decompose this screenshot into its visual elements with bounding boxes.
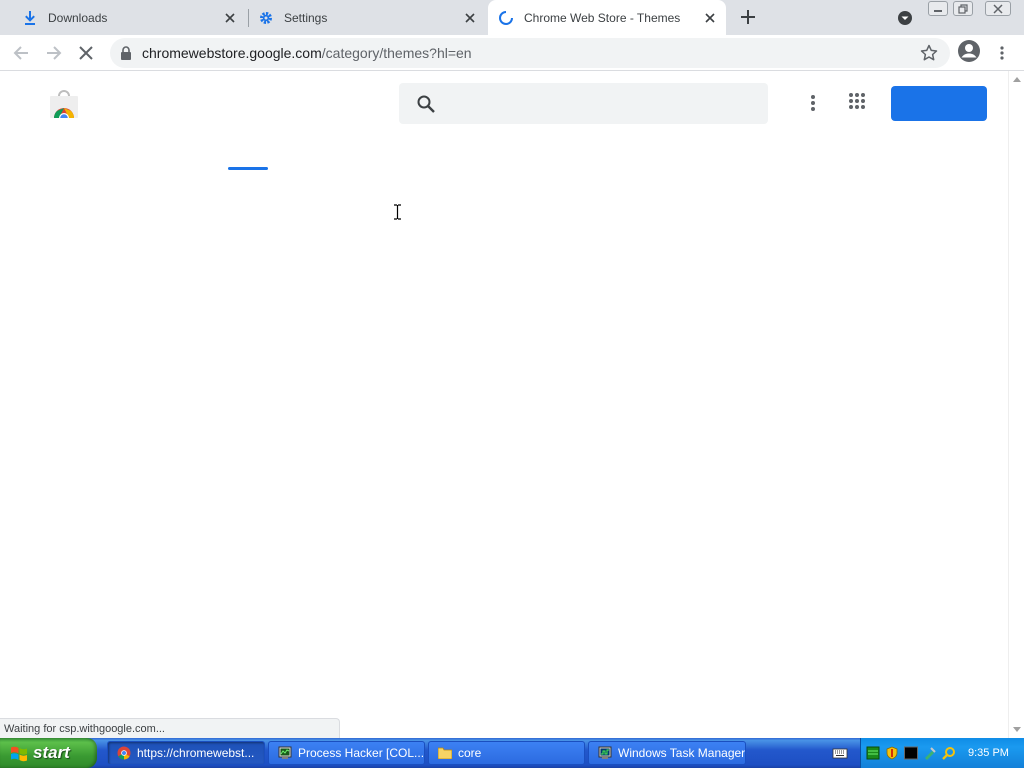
tab-separator bbox=[248, 9, 249, 27]
status-bubble: Waiting for csp.withgoogle.com... bbox=[0, 718, 340, 738]
task-label: core bbox=[458, 746, 482, 760]
bookmark-star-icon[interactable] bbox=[920, 44, 938, 62]
taskbar-item-core-folder[interactable]: core bbox=[428, 741, 585, 765]
start-button[interactable]: start bbox=[0, 738, 97, 768]
chrome-icon bbox=[116, 745, 132, 761]
terminal-icon[interactable] bbox=[904, 746, 918, 760]
url-host: chromewebstore.google.com bbox=[142, 45, 322, 61]
close-icon bbox=[993, 3, 1003, 14]
tab-title: Downloads bbox=[48, 10, 108, 25]
status-text: Waiting for csp.withgoogle.com... bbox=[4, 722, 165, 735]
minimize-icon bbox=[934, 9, 942, 12]
start-label: start bbox=[33, 743, 70, 762]
google-apps-button[interactable] bbox=[848, 92, 870, 114]
more-vert-icon bbox=[811, 95, 815, 111]
more-vert-icon bbox=[1000, 46, 1004, 60]
process-hacker-icon bbox=[277, 745, 293, 761]
taskbar-item-chrome[interactable]: https://chromewebst... bbox=[107, 741, 265, 765]
profile-button[interactable] bbox=[957, 40, 981, 62]
page-scrollbar[interactable] bbox=[1008, 71, 1024, 738]
back-button[interactable] bbox=[9, 42, 33, 64]
tab-indicator-loading bbox=[228, 167, 268, 170]
address-bar[interactable]: chromewebstore.google.com/category/theme… bbox=[110, 38, 950, 68]
close-icon bbox=[79, 46, 93, 60]
forward-button[interactable] bbox=[42, 42, 66, 64]
close-icon[interactable] bbox=[702, 10, 718, 26]
restore-button[interactable] bbox=[953, 1, 973, 16]
tab-chrome-web-store[interactable]: Chrome Web Store - Themes bbox=[488, 0, 726, 35]
stop-loading-button[interactable] bbox=[74, 42, 98, 64]
system-tray: 9:35 PM bbox=[860, 738, 1024, 768]
close-icon[interactable] bbox=[222, 10, 238, 26]
browser-toolbar: chromewebstore.google.com/category/theme… bbox=[0, 35, 1024, 71]
chrome-web-store-logo-icon[interactable] bbox=[50, 90, 78, 118]
task-label: https://chromewebst... bbox=[137, 746, 255, 760]
gear-icon bbox=[258, 10, 274, 26]
restore-icon bbox=[958, 3, 968, 14]
tab-downloads[interactable]: Downloads bbox=[14, 0, 246, 35]
clock: 9:35 PM bbox=[968, 747, 1009, 759]
search-icon[interactable] bbox=[942, 746, 956, 760]
tab-title: Settings bbox=[284, 10, 328, 25]
download-icon bbox=[22, 10, 38, 26]
chrome-menu-button[interactable] bbox=[990, 42, 1014, 64]
more-options-button[interactable] bbox=[802, 92, 824, 114]
screen: Downloads Settings Chrome Web Store - Th… bbox=[0, 0, 1024, 768]
apps-grid-icon bbox=[849, 93, 865, 109]
arrow-right-icon bbox=[47, 46, 62, 60]
store-search-box[interactable] bbox=[399, 83, 768, 124]
scroll-down-arrow-icon[interactable] bbox=[1013, 727, 1021, 733]
plus-icon bbox=[741, 10, 755, 24]
url-text[interactable]: chromewebstore.google.com/category/theme… bbox=[142, 45, 472, 61]
url-path: /category/themes?hl=en bbox=[321, 45, 472, 61]
keyboard-language-icon[interactable] bbox=[832, 746, 848, 760]
network-monitor-icon[interactable] bbox=[866, 746, 880, 760]
tab-title: Chrome Web Store - Themes bbox=[524, 10, 681, 25]
tab-strip: Downloads Settings Chrome Web Store - Th… bbox=[0, 0, 1024, 35]
windows-taskbar: start https://chromewebst... Process Hac… bbox=[0, 738, 1024, 768]
account-icon bbox=[958, 40, 980, 62]
web-page bbox=[0, 71, 1008, 738]
scroll-up-arrow-icon[interactable] bbox=[1013, 76, 1021, 82]
new-tab-button[interactable] bbox=[738, 7, 758, 27]
tab-search-button[interactable] bbox=[896, 9, 914, 27]
chevron-down-icon bbox=[898, 11, 912, 25]
taskbar-item-task-manager[interactable]: Windows Task Manager bbox=[588, 741, 746, 765]
windows-logo-icon bbox=[11, 746, 27, 762]
task-manager-icon bbox=[597, 745, 613, 761]
minimize-button[interactable] bbox=[928, 1, 948, 16]
task-label: Windows Task Manager bbox=[618, 746, 746, 760]
arrow-left-icon bbox=[13, 46, 28, 60]
close-icon[interactable] bbox=[462, 10, 478, 26]
shield-icon[interactable] bbox=[885, 746, 899, 760]
task-label: Process Hacker [COL... bbox=[298, 746, 425, 760]
search-icon bbox=[417, 95, 435, 113]
tab-settings[interactable]: Settings bbox=[250, 0, 486, 35]
taskbar-item-process-hacker[interactable]: Process Hacker [COL... bbox=[268, 741, 425, 765]
loading-spinner-icon bbox=[498, 10, 514, 26]
sign-in-button[interactable] bbox=[891, 86, 987, 121]
folder-icon bbox=[437, 745, 453, 761]
safely-remove-hardware-icon[interactable] bbox=[923, 746, 937, 760]
text-cursor-icon bbox=[394, 204, 401, 220]
close-window-button[interactable] bbox=[985, 1, 1011, 16]
lock-icon[interactable] bbox=[120, 46, 132, 60]
